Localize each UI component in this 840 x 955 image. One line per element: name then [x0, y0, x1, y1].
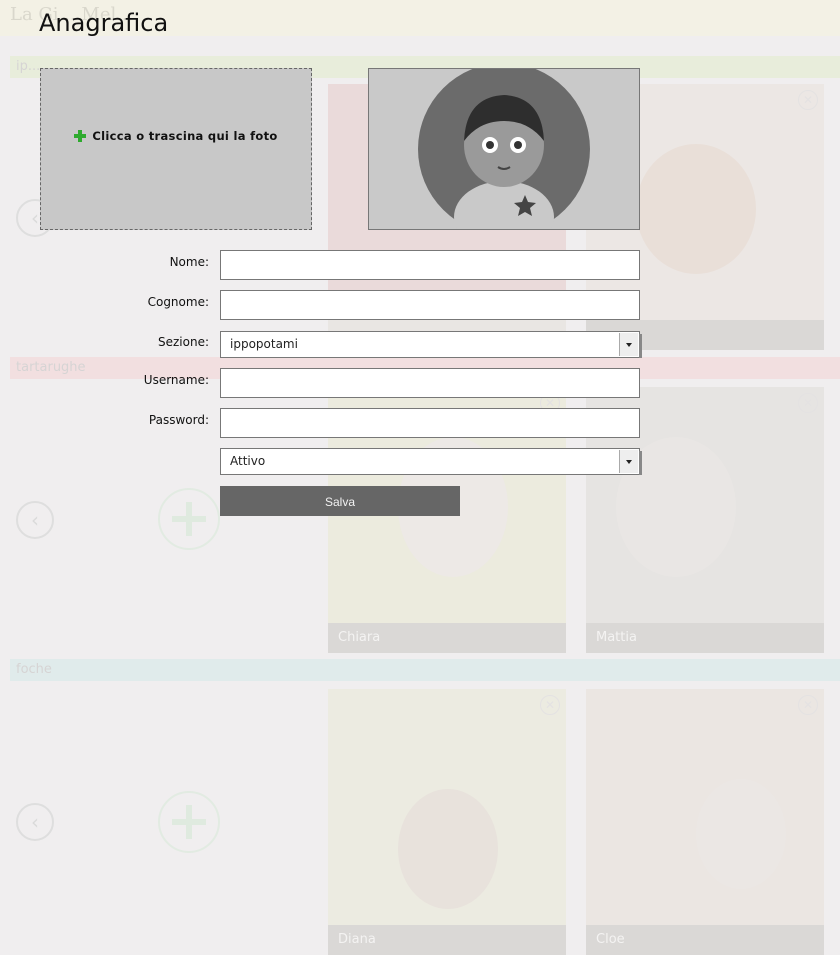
- sezione-label: Sezione:: [157, 335, 209, 349]
- prev-arrow-icon[interactable]: ‹: [16, 501, 54, 539]
- close-icon[interactable]: ✕: [798, 695, 818, 715]
- status-value: Attivo: [230, 454, 266, 468]
- add-child-icon[interactable]: [158, 791, 220, 853]
- cognome-label: Cognome:: [147, 295, 209, 309]
- status-select[interactable]: Attivo: [220, 448, 642, 475]
- photo-preview: [368, 68, 640, 230]
- close-icon[interactable]: ✕: [798, 393, 818, 413]
- password-field[interactable]: [220, 408, 640, 438]
- nome-label: Nome:: [169, 255, 209, 269]
- chevron-down-icon[interactable]: [619, 450, 638, 473]
- plus-icon: [74, 130, 87, 142]
- child-name: Diana: [328, 925, 566, 955]
- child-name: Mattia: [586, 623, 824, 653]
- close-icon[interactable]: ✕: [540, 695, 560, 715]
- child-card[interactable]: Cloe ✕: [586, 689, 824, 955]
- child-avatar-icon: [418, 69, 590, 229]
- password-label: Password:: [148, 413, 209, 427]
- select-shadow: [639, 334, 642, 358]
- close-icon[interactable]: ✕: [798, 90, 818, 110]
- section-band-foche: foche: [10, 659, 840, 681]
- sezione-value: ippopotami: [230, 337, 298, 351]
- username-label: Username:: [143, 373, 209, 387]
- prev-arrow-icon[interactable]: ‹: [16, 803, 54, 841]
- child-card[interactable]: Diana ✕: [328, 689, 566, 955]
- add-child-icon[interactable]: [158, 488, 220, 550]
- dialog-title: Anagrafica: [39, 9, 169, 37]
- child-photo: [586, 689, 824, 925]
- nome-field[interactable]: [220, 250, 640, 280]
- username-field[interactable]: [220, 368, 640, 398]
- child-name: Cloe: [586, 925, 824, 955]
- photo-dropzone[interactable]: Clicca o trascina qui la foto: [40, 68, 312, 230]
- sezione-select[interactable]: ippopotami: [220, 331, 642, 358]
- child-name: Chiara: [328, 623, 566, 653]
- select-shadow: [639, 451, 642, 475]
- dropzone-label-wrap: Clicca o trascina qui la foto: [41, 129, 311, 143]
- dropzone-label: Clicca o trascina qui la foto: [92, 129, 278, 143]
- cognome-field[interactable]: [220, 290, 640, 320]
- chevron-down-icon[interactable]: [619, 333, 638, 356]
- save-button[interactable]: Salva: [220, 486, 460, 516]
- child-photo: [328, 689, 566, 925]
